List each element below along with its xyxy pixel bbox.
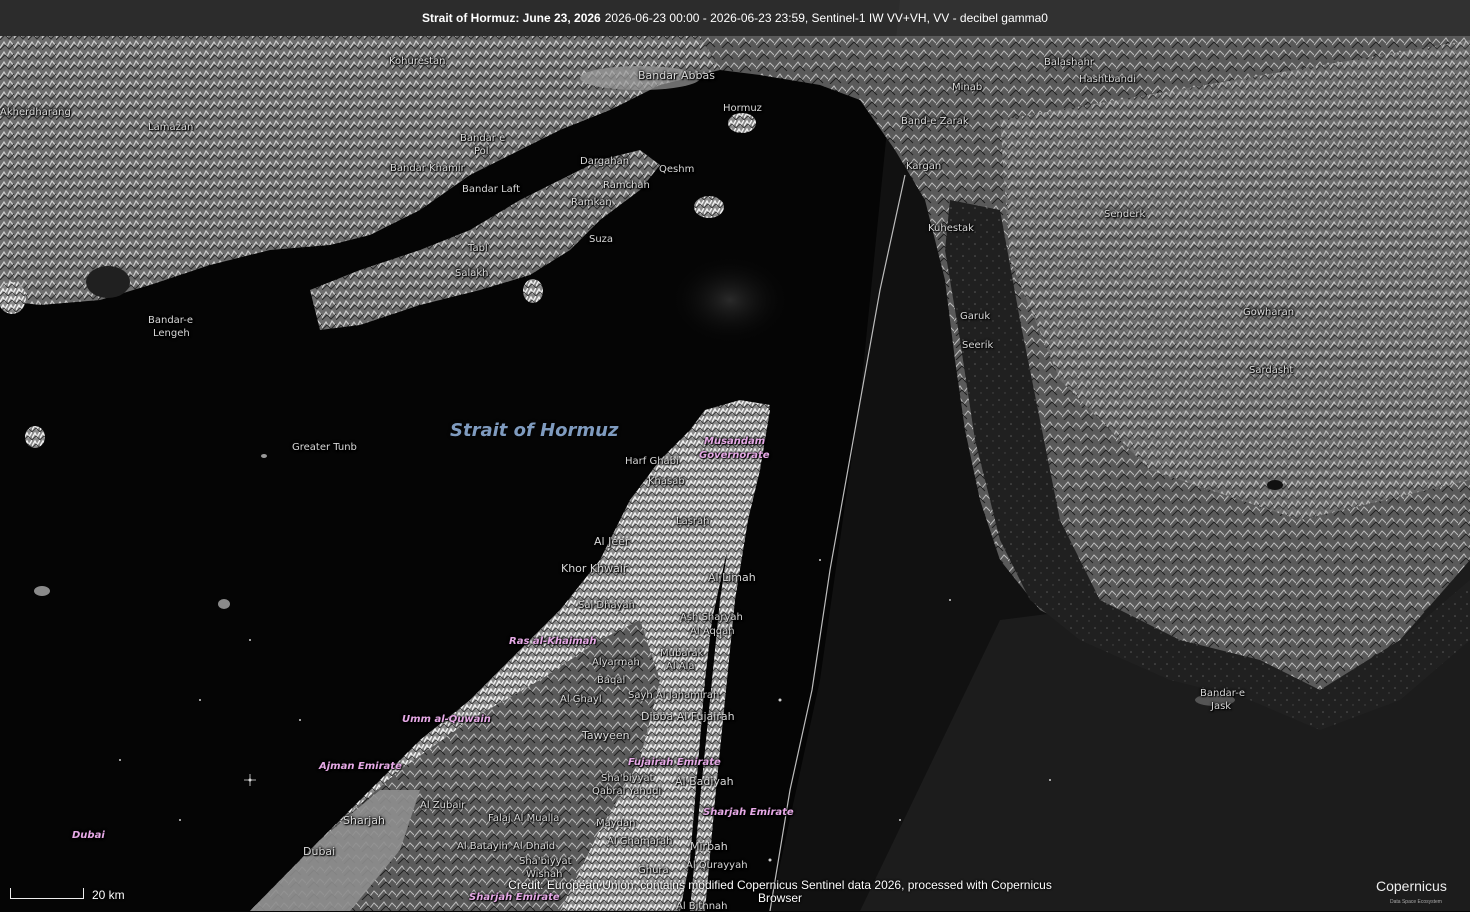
scale-bar-line (10, 888, 84, 899)
place-label: Al Limah (708, 571, 756, 584)
copernicus-logo-subtitle: Data Space Ecosystem (1390, 899, 1442, 905)
place-label: Kargan (906, 161, 942, 172)
place-label: Senderk (1104, 209, 1146, 220)
strait-label: Strait of Hormuz (450, 420, 619, 441)
place-label: Gowharan (1243, 307, 1295, 318)
place-label: Baqal (597, 675, 626, 686)
place-label: Ramchah (603, 180, 650, 191)
place-label: Dargahan (580, 156, 630, 167)
place-label: Sardasht (1249, 365, 1294, 376)
place-label: Al Zubair (420, 800, 466, 811)
place-label: Kohurestan (389, 56, 446, 67)
place-label: Dibba Al Fujairah (641, 710, 735, 723)
place-label: Khor Khwair (561, 562, 628, 575)
place-label: Sha'biyyat (601, 773, 654, 784)
scale-label: 20 km (92, 888, 125, 902)
place-label: Tabl (468, 243, 488, 254)
place-label: Qeshm (659, 164, 695, 175)
scale-bar: 20 km (10, 884, 130, 904)
place-label: Al Ala (666, 661, 695, 672)
place-label: Greater Tunb (292, 442, 357, 453)
place-label: Sayh Al Jahamirah (628, 690, 720, 701)
place-label: Qabral Yahudi (592, 786, 662, 797)
place-label: Salakh (455, 268, 489, 279)
place-label: Jask (1211, 701, 1232, 712)
place-label: Harf Ghabi (625, 456, 679, 467)
place-label: Sal Dhayah (578, 600, 635, 611)
place-label: Dubai (303, 845, 336, 858)
place-label: Governorate (699, 450, 770, 461)
place-label: Sharjah Emirate (703, 807, 794, 818)
place-label: Ghura (638, 865, 669, 876)
place-label: Bandar e (460, 133, 506, 144)
copernicus-logo: Copernicus Data Space Ecosystem (1376, 878, 1462, 908)
place-label: Akherdharang (0, 107, 71, 118)
place-label: Pol (474, 146, 489, 157)
place-label: Al Dhaid (513, 841, 556, 852)
place-label: Al Ghayl (560, 694, 602, 705)
place-label: Sharjah (343, 814, 385, 827)
place-label: Al Badiyah (675, 775, 734, 788)
place-label: Musandam (704, 436, 766, 447)
credit-text: Credit: European Union, contains modifie… (500, 879, 1060, 905)
title-details: 2026-06-23 00:00 - 2026-06-23 23:59, Sen… (604, 11, 1048, 25)
place-label: Maydan (596, 818, 636, 829)
place-label: Dubai (72, 830, 105, 841)
place-label: Lasrah (676, 516, 710, 527)
place-label: Kuhestak (928, 223, 974, 234)
place-label: Seerik (962, 340, 994, 351)
place-label: Tawyeen (582, 729, 630, 742)
place-label: Bandar Laft (462, 184, 521, 195)
place-label: Al Qurayyah (686, 860, 748, 871)
place-label: Suza (589, 234, 614, 245)
place-label: Balashahr (1044, 57, 1095, 68)
place-label: Hashtbandi (1079, 74, 1137, 85)
place-label: Bandar Khamir (390, 163, 465, 174)
place-label: Al Jeer (594, 535, 630, 548)
place-label: Al Batayih (457, 841, 508, 852)
place-label: Lamazan (148, 122, 194, 133)
title-bar: Strait of Hormuz: June 23, 2026 2026-06-… (0, 0, 1470, 36)
place-label: Ramkan (571, 197, 612, 208)
place-label: Khasab (648, 476, 685, 487)
place-label: Falaj Al Mualla (488, 813, 560, 824)
place-label: Bandar Abbas (638, 69, 715, 82)
place-label: Garuk (960, 311, 991, 322)
credit-line-2: Browser (757, 891, 802, 905)
place-label: Alyarmah (592, 657, 640, 668)
place-label: Hormuz (723, 103, 762, 114)
place-label: Mubarak (660, 648, 704, 659)
place-label: Fujairah Emirate (628, 757, 721, 768)
place-label: Ajman Emirate (319, 761, 402, 772)
place-label: Al Ghamarah (607, 836, 673, 847)
place-label: Sha'biyyat (519, 856, 572, 867)
place-label: Ras al-Khaimah (509, 636, 597, 647)
place-label: Minab (952, 82, 983, 93)
title-bold: Strait of Hormuz: June 23, 2026 (422, 11, 601, 25)
place-label: Ash Sharyah (680, 612, 743, 623)
place-label: Band-e Zarak (901, 116, 969, 127)
copernicus-logo-text: Copernicus (1376, 878, 1447, 894)
place-label: Al Aqqah (690, 626, 735, 637)
place-label: Bandar-e (1200, 688, 1246, 699)
place-label: Lengeh (153, 328, 190, 339)
place-label: Umm al-Quwain (402, 714, 491, 725)
place-label: Mirbah (690, 840, 728, 853)
place-label: Bandar-e (148, 315, 194, 326)
